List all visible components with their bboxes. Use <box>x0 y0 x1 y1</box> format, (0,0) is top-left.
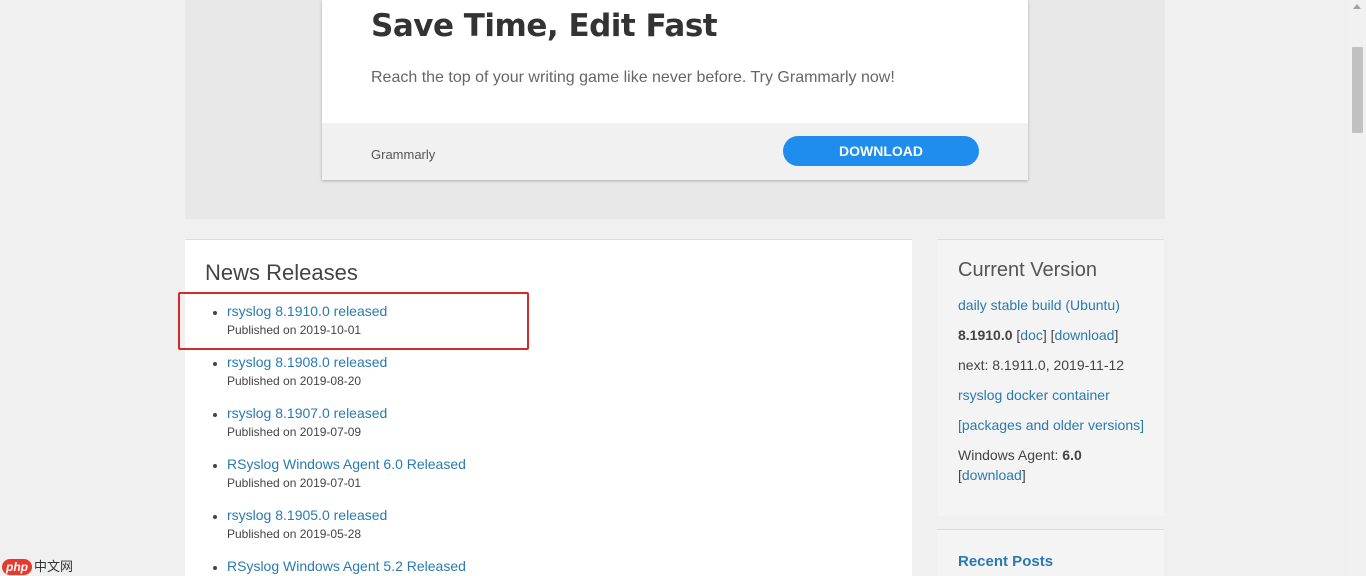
news-releases-panel: News Releases rsyslog 8.1910.0 released … <box>185 239 912 576</box>
recent-posts-title[interactable]: Recent Posts <box>958 553 1053 570</box>
bullet-icon <box>213 464 217 468</box>
grammarly-ad[interactable]: Save Time, Edit Fast Reach the top of yo… <box>322 0 1028 180</box>
bullet-icon <box>213 566 217 570</box>
news-link[interactable]: RSyslog Windows Agent 5.2 Released <box>227 558 466 574</box>
windows-agent-line: Windows Agent: 6.0 <box>958 447 1082 463</box>
bracket-close: ] [ <box>1042 327 1055 343</box>
bracket-close: ] <box>1021 467 1026 483</box>
news-date: Published on 2019-05-28 <box>227 527 362 541</box>
current-version-panel: Current Version daily stable build (Ubun… <box>937 239 1164 516</box>
packages-line: [packages and older versions] <box>958 417 1144 433</box>
watermark-text: 中文网 <box>34 559 74 574</box>
packages-link[interactable]: [packages and older versions] <box>958 417 1144 433</box>
docker-link[interactable]: rsyslog docker container <box>958 387 1110 403</box>
windows-agent-version: 6.0 <box>1062 447 1082 463</box>
recent-posts-panel: Recent Posts <box>937 529 1164 576</box>
page: Save Time, Edit Fast Reach the top of yo… <box>0 0 1366 576</box>
news-date: Published on 2019-07-01 <box>227 476 362 490</box>
vertical-scrollbar[interactable] <box>1349 0 1366 576</box>
php-logo-icon: php <box>2 559 32 575</box>
news-link[interactable]: rsyslog 8.1908.0 released <box>227 354 387 370</box>
next-release: next: 8.1911.0, 2019-11-12 <box>958 357 1125 373</box>
news-item: rsyslog 8.1908.0 released Published on 2… <box>185 354 885 396</box>
news-item: RSyslog Windows Agent 6.0 Released Publi… <box>185 456 885 498</box>
ad-title: Save Time, Edit Fast <box>371 8 718 44</box>
bracket-close: ] <box>1114 327 1119 343</box>
daily-build-line: daily stable build (Ubuntu) <box>958 297 1120 313</box>
scroll-thumb[interactable] <box>1352 47 1363 133</box>
download-button[interactable]: DOWNLOAD <box>783 136 979 166</box>
windows-agent-label: Windows Agent: <box>958 447 1063 463</box>
scroll-up-icon[interactable] <box>1353 4 1361 9</box>
news-date: Published on 2019-08-20 <box>227 374 362 388</box>
ad-footer: Grammarly DOWNLOAD <box>322 123 1028 180</box>
version-number: 8.1910.0 <box>958 327 1013 343</box>
bullet-icon <box>213 515 217 519</box>
docker-line: rsyslog docker container <box>958 387 1110 403</box>
news-date: Published on 2019-07-09 <box>227 425 362 439</box>
windows-download-link[interactable]: download <box>962 467 1022 483</box>
news-title: News Releases <box>205 260 358 285</box>
news-link[interactable]: RSyslog Windows Agent 6.0 Released <box>227 456 466 472</box>
news-link[interactable]: rsyslog 8.1907.0 released <box>227 405 387 421</box>
news-item: rsyslog 8.1907.0 released Published on 2… <box>185 405 885 447</box>
ad-subtitle: Reach the top of your writing game like … <box>371 69 895 86</box>
ad-brand[interactable]: Grammarly <box>371 147 435 162</box>
current-version-title: Current Version <box>958 259 1097 281</box>
doc-link[interactable]: doc <box>1020 327 1043 343</box>
highlight-box <box>178 292 529 350</box>
bullet-icon <box>213 413 217 417</box>
windows-download-line: [download] <box>958 467 1026 483</box>
bullet-icon <box>213 362 217 366</box>
watermark: php 中文网 <box>2 556 74 575</box>
daily-build-link[interactable]: daily stable build (Ubuntu) <box>958 297 1120 313</box>
news-item: RSyslog Windows Agent 5.2 Released <box>185 558 885 576</box>
news-item: rsyslog 8.1905.0 released Published on 2… <box>185 507 885 549</box>
download-link[interactable]: download <box>1055 327 1115 343</box>
version-line: 8.1910.0 [doc] [download] <box>958 327 1118 343</box>
news-link[interactable]: rsyslog 8.1905.0 released <box>227 507 387 523</box>
